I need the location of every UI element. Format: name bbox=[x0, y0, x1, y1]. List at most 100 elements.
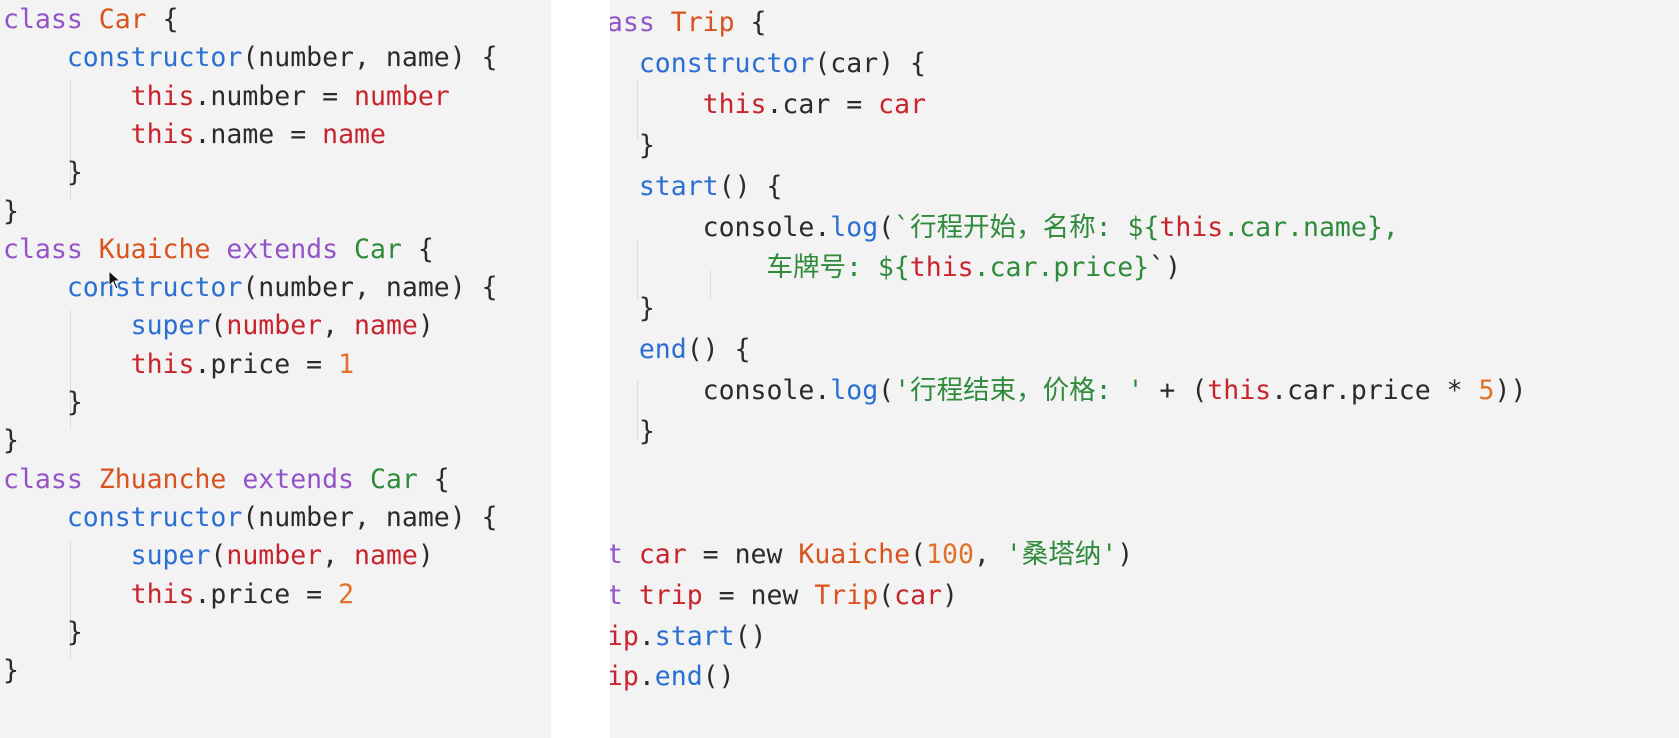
code-token: .price = bbox=[194, 348, 339, 380]
code-token: () bbox=[702, 661, 735, 693]
code-token: car bbox=[878, 88, 927, 120]
code-token: log bbox=[830, 211, 879, 243]
code-token: this bbox=[1159, 211, 1224, 243]
code-token: this bbox=[702, 88, 767, 120]
code-token: Car bbox=[98, 4, 147, 35]
code-line: } bbox=[3, 613, 83, 653]
code-token: this bbox=[1207, 375, 1272, 407]
code-token: ) bbox=[417, 540, 434, 572]
code-token: .car = bbox=[766, 88, 879, 120]
code-token: Trip bbox=[814, 579, 879, 611]
code-token: Kuaiche bbox=[98, 233, 211, 265]
code-token: start bbox=[638, 170, 719, 202]
code-token: } bbox=[638, 129, 655, 161]
code-token: class bbox=[3, 4, 99, 35]
code-token: ) bbox=[1117, 538, 1134, 570]
code-line: } bbox=[3, 651, 19, 691]
code-token: () { bbox=[686, 334, 751, 366]
code-token: , bbox=[322, 540, 355, 572]
code-token: )) bbox=[1494, 375, 1527, 407]
code-token: ( bbox=[878, 211, 895, 243]
code-token: number bbox=[226, 310, 323, 342]
code-line: constructor(number, name) { bbox=[3, 268, 498, 308]
right-code-panel: class Trip { constructor(car) { this.car… bbox=[610, 0, 1679, 738]
code-line: constructor(car) { bbox=[610, 44, 926, 84]
code-token: } bbox=[3, 157, 83, 189]
code-token: end bbox=[638, 334, 687, 366]
code-token: (number, name) { bbox=[242, 42, 498, 74]
code-token: Kuaiche bbox=[798, 538, 911, 570]
code-token: constructor bbox=[66, 501, 243, 533]
code-token: name bbox=[354, 540, 418, 572]
code-token: constructor bbox=[66, 42, 243, 74]
code-token: } bbox=[3, 387, 83, 418]
code-token: '桑塔纳' bbox=[1005, 538, 1118, 570]
code-token: this bbox=[909, 252, 974, 284]
code-token: { bbox=[146, 4, 179, 35]
code-line: class Trip { bbox=[610, 3, 766, 43]
code-line: trip.end() bbox=[610, 657, 735, 697]
code-token: end bbox=[654, 661, 703, 693]
code-token: } bbox=[3, 195, 19, 227]
code-token: = new bbox=[686, 538, 799, 570]
code-line: } bbox=[3, 421, 19, 461]
code-token: Car bbox=[369, 463, 418, 495]
code-token: { bbox=[734, 7, 767, 38]
code-token: () { bbox=[718, 170, 783, 202]
code-token: ( bbox=[210, 540, 227, 572]
code-line: this.name = name bbox=[3, 115, 386, 155]
code-line: let trip = new Trip(car) bbox=[610, 576, 958, 616]
code-token: number bbox=[354, 80, 450, 112]
code-line: this.price = 1 bbox=[3, 345, 354, 385]
code-line: this.price = 2 bbox=[3, 575, 354, 615]
code-token: Zhuanche bbox=[98, 463, 227, 495]
code-token: . bbox=[638, 661, 655, 693]
code-line: } bbox=[3, 153, 83, 193]
code-line: super(number, name) bbox=[3, 536, 434, 576]
code-token: .number = bbox=[194, 80, 355, 112]
code-line: class Car { bbox=[3, 0, 179, 40]
code-line: class Kuaiche extends Car { bbox=[3, 230, 434, 270]
code-token: { bbox=[401, 233, 434, 265]
code-token: .car.price * bbox=[1271, 375, 1479, 407]
code-token: let bbox=[610, 579, 623, 611]
code-line: class Zhuanche extends Car { bbox=[3, 460, 450, 500]
code-line: } bbox=[3, 192, 19, 232]
code-token: super bbox=[130, 540, 211, 572]
code-token: trip bbox=[638, 579, 703, 611]
code-line: this.car = car bbox=[610, 85, 926, 125]
code-token: .name = bbox=[194, 118, 323, 150]
code-token: 100 bbox=[926, 538, 974, 570]
code-token: trip bbox=[610, 661, 639, 693]
code-token: `) bbox=[1149, 252, 1182, 284]
code-token: name bbox=[354, 310, 418, 342]
code-token: ( bbox=[878, 375, 895, 407]
code-token: = new bbox=[702, 579, 815, 611]
code-line: } bbox=[610, 289, 655, 329]
code-token: } bbox=[3, 655, 19, 687]
code-token: , bbox=[322, 310, 355, 342]
code-token: 5 bbox=[1478, 375, 1495, 407]
code-token: number bbox=[226, 540, 323, 572]
code-token: constructor bbox=[638, 47, 815, 79]
code-token: { bbox=[417, 463, 450, 495]
code-line: end() { bbox=[610, 330, 751, 370]
code-token: console. bbox=[702, 375, 831, 407]
code-token: } bbox=[3, 616, 83, 648]
code-line: start() { bbox=[610, 167, 783, 207]
code-token: console. bbox=[702, 211, 831, 243]
code-token: car bbox=[638, 538, 687, 570]
code-token: ) bbox=[417, 310, 434, 342]
code-token: .price = bbox=[194, 578, 339, 610]
left-code-panel: class Car { constructor(number, name) { … bbox=[0, 0, 551, 738]
code-token: } bbox=[3, 425, 19, 457]
code-token: extends bbox=[210, 233, 355, 265]
code-token: let bbox=[610, 538, 623, 570]
